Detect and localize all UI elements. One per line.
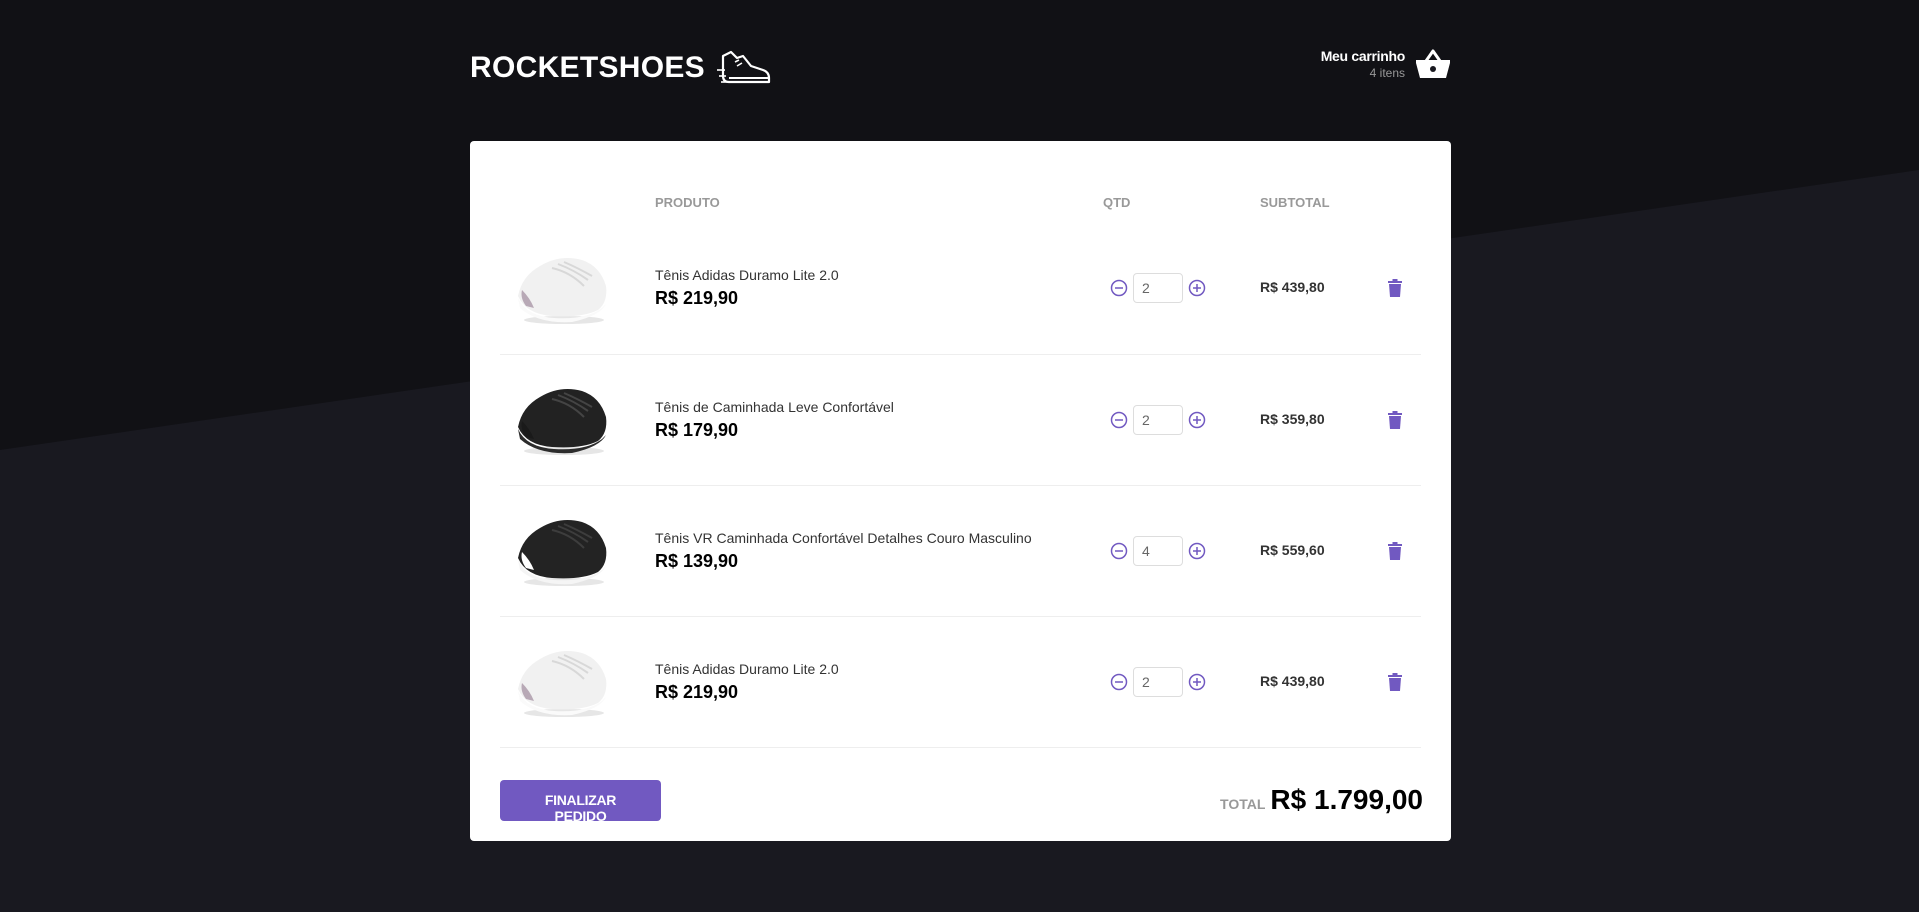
quantity-input[interactable] — [1133, 273, 1183, 304]
header-image — [500, 171, 655, 223]
product-image — [518, 651, 607, 717]
delete-cell — [1368, 616, 1421, 748]
product-table: PRODUTO QTD SUBTOTAL Tênis Adidas Duramo… — [500, 171, 1421, 748]
delete-cell — [1368, 485, 1421, 617]
header-product: PRODUTO — [655, 194, 720, 210]
product-info-cell: Tênis Adidas Duramo Lite 2.0 R$ 219,90 — [655, 223, 1103, 355]
product-title: Tênis Adidas Duramo Lite 2.0 — [655, 660, 839, 677]
delete-button[interactable] — [1368, 279, 1421, 298]
logo[interactable]: ROCKETSHOES — [470, 48, 771, 88]
product-price: R$ 219,90 — [655, 681, 739, 702]
decrement-button[interactable] — [1109, 410, 1129, 430]
cart-count: 4 itens — [1369, 66, 1405, 80]
product-info-cell: Tênis VR Caminhada Confortável Detalhes … — [655, 485, 1103, 617]
product-price: R$ 219,90 — [655, 288, 739, 309]
product-image — [518, 520, 607, 586]
product-price: R$ 179,90 — [655, 419, 739, 440]
trash-icon — [1387, 541, 1402, 560]
qty-cell — [1103, 616, 1260, 748]
product-image-cell — [500, 616, 655, 748]
plus-circle-icon — [1188, 542, 1206, 559]
table-row: Tênis Adidas Duramo Lite 2.0 R$ 219,90 2… — [500, 223, 1421, 355]
sneaker-logo-icon — [717, 50, 771, 84]
quantity-input[interactable] — [1133, 666, 1183, 697]
minus-circle-icon — [1110, 673, 1128, 690]
qty-cell — [1103, 223, 1260, 355]
subtotal-cell: R$ 359,80 — [1260, 354, 1368, 486]
product-image — [518, 257, 607, 324]
decrement-button[interactable] — [1109, 541, 1129, 561]
subtotal-cell: R$ 439,80 — [1260, 616, 1368, 748]
product-info-cell: Tênis de Caminhada Leve Confortável R$ 1… — [655, 354, 1103, 486]
minus-circle-icon — [1110, 411, 1128, 428]
product-price: R$ 139,90 — [655, 550, 739, 571]
quantity-stepper — [1109, 666, 1260, 697]
table-row: Tênis Adidas Duramo Lite 2.0 R$ 219,90 2… — [500, 616, 1421, 748]
product-title: Tênis VR Caminhada Confortável Detalhes … — [655, 529, 1032, 546]
product-image-cell — [500, 485, 655, 617]
cart-footer: Finalizar pedido TOTAL R$ 1.799,00 — [500, 779, 1423, 824]
delete-button[interactable] — [1368, 410, 1421, 429]
header-qty: QTD — [1103, 194, 1131, 210]
qty-cell — [1103, 485, 1260, 617]
cart-title: Meu carrinho — [1320, 48, 1406, 64]
product-image-cell — [500, 354, 655, 486]
subtotal-value: R$ 559,60 — [1260, 541, 1325, 558]
basket-icon — [1416, 49, 1450, 78]
cart-panel: PRODUTO QTD SUBTOTAL Tênis Adidas Duramo… — [470, 141, 1451, 841]
delete-button[interactable] — [1368, 541, 1421, 560]
increment-button[interactable] — [1187, 672, 1207, 692]
quantity-stepper — [1109, 404, 1260, 435]
table-header-row: PRODUTO QTD SUBTOTAL — [500, 171, 1421, 223]
cart-link[interactable]: Meu carrinho 4 itens — [1321, 48, 1451, 80]
product-title: Tênis Adidas Duramo Lite 2.0 — [655, 267, 839, 284]
qty-cell — [1103, 354, 1260, 486]
total-value: R$ 1.799,00 — [1270, 784, 1423, 815]
trash-icon — [1387, 279, 1402, 298]
quantity-stepper — [1109, 535, 1260, 566]
header-subtotal: SUBTOTAL — [1260, 194, 1330, 210]
page-container: ROCKETSHOES Meu carrinho 4 itens PRODUTO… — [470, 0, 1451, 841]
delete-cell — [1368, 223, 1421, 355]
trash-icon — [1387, 410, 1402, 429]
decrement-button[interactable] — [1109, 278, 1129, 298]
header: ROCKETSHOES Meu carrinho 4 itens — [470, 0, 1451, 140]
subtotal-value: R$ 439,80 — [1260, 279, 1325, 296]
delete-button[interactable] — [1368, 672, 1421, 691]
cart-info: Meu carrinho 4 itens — [1320, 48, 1406, 80]
subtotal-cell: R$ 559,60 — [1260, 485, 1368, 617]
subtotal-value: R$ 439,80 — [1260, 672, 1325, 689]
product-info-cell: Tênis Adidas Duramo Lite 2.0 R$ 219,90 — [655, 616, 1103, 748]
increment-button[interactable] — [1187, 410, 1207, 430]
subtotal-value: R$ 359,80 — [1260, 410, 1325, 427]
quantity-stepper — [1109, 273, 1260, 304]
minus-circle-icon — [1110, 542, 1128, 559]
increment-button[interactable] — [1187, 541, 1207, 561]
minus-circle-icon — [1110, 280, 1128, 297]
decrement-button[interactable] — [1109, 672, 1129, 692]
subtotal-cell: R$ 439,80 — [1260, 223, 1368, 355]
product-image-cell — [500, 223, 655, 355]
table-row: Tênis VR Caminhada Confortável Detalhes … — [500, 485, 1421, 617]
logo-text: ROCKETSHOES — [470, 51, 705, 84]
product-title: Tênis de Caminhada Leve Confortável — [655, 398, 894, 415]
delete-cell — [1368, 354, 1421, 486]
plus-circle-icon — [1188, 280, 1206, 297]
header-delete — [1368, 171, 1421, 223]
trash-icon — [1387, 672, 1402, 691]
plus-circle-icon — [1188, 673, 1206, 690]
total: TOTAL R$ 1.799,00 — [1220, 784, 1423, 816]
plus-circle-icon — [1188, 411, 1206, 428]
quantity-input[interactable] — [1133, 404, 1183, 435]
checkout-button[interactable]: Finalizar pedido — [500, 779, 661, 824]
total-label: TOTAL — [1220, 796, 1266, 812]
table-row: Tênis de Caminhada Leve Confortável R$ 1… — [500, 354, 1421, 486]
product-image — [518, 389, 607, 455]
quantity-input[interactable] — [1133, 535, 1183, 566]
increment-button[interactable] — [1187, 278, 1207, 298]
